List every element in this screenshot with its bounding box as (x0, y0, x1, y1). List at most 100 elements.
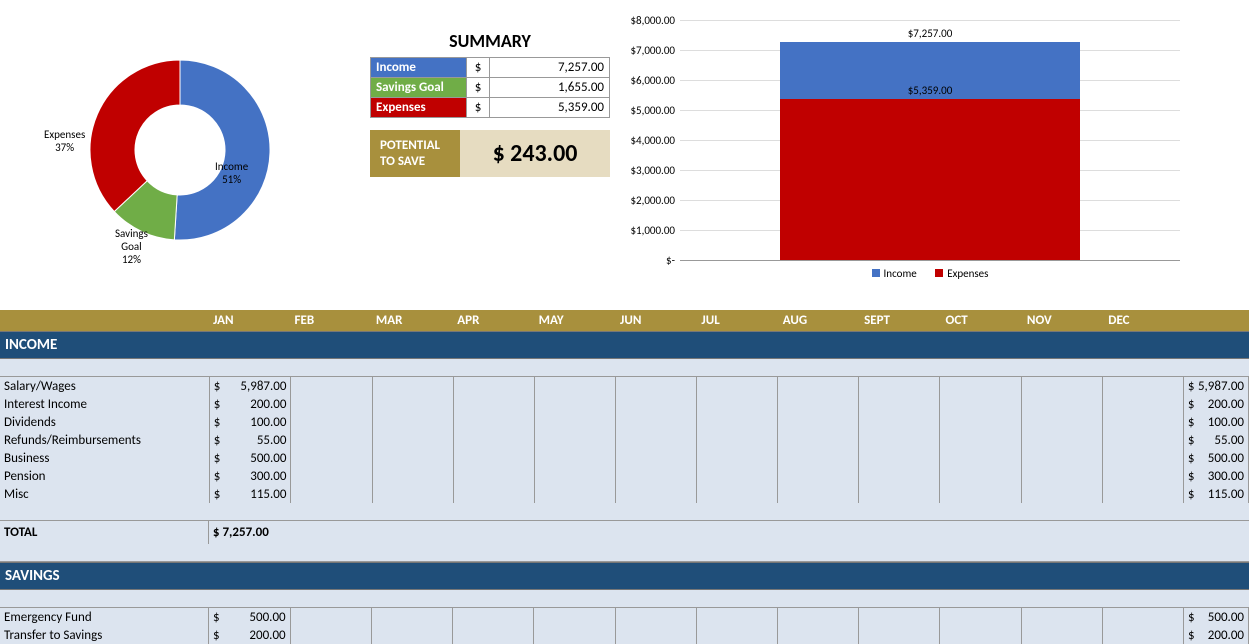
cell-empty[interactable] (290, 608, 371, 626)
cell-empty[interactable] (1102, 395, 1183, 413)
cell-empty[interactable] (1021, 626, 1102, 644)
cell-empty[interactable] (1021, 467, 1102, 485)
cell-empty[interactable] (372, 485, 453, 503)
cell-empty[interactable] (697, 467, 778, 485)
cell-empty[interactable] (940, 608, 1021, 626)
cell-empty[interactable] (1021, 608, 1102, 626)
cell-empty[interactable] (940, 377, 1021, 395)
cell-empty[interactable] (859, 431, 940, 449)
cell-empty[interactable] (1021, 395, 1102, 413)
cell-empty[interactable] (777, 608, 858, 626)
cell-empty[interactable] (940, 395, 1021, 413)
cell-empty[interactable] (453, 608, 534, 626)
cell-empty[interactable] (372, 467, 453, 485)
cell-empty[interactable] (291, 395, 372, 413)
cell-empty[interactable] (697, 449, 778, 467)
cell-empty[interactable] (453, 467, 534, 485)
cell-empty[interactable] (1021, 377, 1102, 395)
cell-empty[interactable] (859, 395, 940, 413)
cell-empty[interactable] (615, 608, 696, 626)
cell-empty[interactable] (615, 485, 696, 503)
cell-empty[interactable] (1102, 377, 1183, 395)
cell-empty[interactable] (291, 449, 372, 467)
cell-empty[interactable] (453, 395, 534, 413)
cell-empty[interactable] (1021, 413, 1102, 431)
cell-jan[interactable]: $500.00 (209, 449, 291, 467)
cell-empty[interactable] (859, 485, 940, 503)
cell-empty[interactable] (778, 377, 859, 395)
cell-empty[interactable] (697, 431, 778, 449)
cell-empty[interactable] (859, 449, 940, 467)
cell-empty[interactable] (291, 413, 372, 431)
cell-empty[interactable] (778, 449, 859, 467)
cell-empty[interactable] (534, 431, 615, 449)
cell-jan[interactable]: $200.00 (208, 626, 290, 644)
cell-empty[interactable] (940, 449, 1021, 467)
cell-empty[interactable] (778, 413, 859, 431)
cell-jan[interactable]: $115.00 (209, 485, 291, 503)
cell-empty[interactable] (778, 485, 859, 503)
cell-empty[interactable] (534, 449, 615, 467)
cell-empty[interactable] (859, 377, 940, 395)
cell-empty[interactable] (1102, 413, 1183, 431)
cell-jan[interactable]: $55.00 (209, 431, 291, 449)
cell-empty[interactable] (697, 395, 778, 413)
cell-empty[interactable] (291, 431, 372, 449)
cell-empty[interactable] (534, 377, 615, 395)
cell-empty[interactable] (615, 467, 696, 485)
cell-empty[interactable] (453, 413, 534, 431)
cell-empty[interactable] (1102, 449, 1183, 467)
cell-jan[interactable]: $200.00 (209, 395, 291, 413)
cell-empty[interactable] (1102, 608, 1183, 626)
cell-empty[interactable] (1021, 431, 1102, 449)
cell-empty[interactable] (1021, 485, 1102, 503)
cell-empty[interactable] (1102, 467, 1183, 485)
cell-empty[interactable] (859, 467, 940, 485)
cell-empty[interactable] (940, 467, 1021, 485)
cell-empty[interactable] (615, 377, 696, 395)
cell-empty[interactable] (697, 377, 778, 395)
cell-empty[interactable] (371, 608, 452, 626)
cell-empty[interactable] (859, 413, 940, 431)
cell-jan[interactable]: $5,987.00 (209, 377, 291, 395)
cell-empty[interactable] (453, 485, 534, 503)
cell-empty[interactable] (615, 449, 696, 467)
cell-empty[interactable] (534, 608, 615, 626)
cell-empty[interactable] (534, 395, 615, 413)
cell-empty[interactable] (372, 377, 453, 395)
cell-empty[interactable] (372, 449, 453, 467)
cell-empty[interactable] (778, 431, 859, 449)
cell-jan[interactable]: $500.00 (208, 608, 290, 626)
cell-empty[interactable] (290, 626, 371, 644)
cell-empty[interactable] (859, 626, 940, 644)
cell-empty[interactable] (534, 626, 615, 644)
cell-empty[interactable] (291, 485, 372, 503)
cell-empty[interactable] (534, 413, 615, 431)
cell-empty[interactable] (1102, 485, 1183, 503)
cell-empty[interactable] (534, 485, 615, 503)
cell-empty[interactable] (940, 626, 1021, 644)
cell-empty[interactable] (371, 626, 452, 644)
cell-empty[interactable] (291, 467, 372, 485)
cell-empty[interactable] (1102, 431, 1183, 449)
cell-empty[interactable] (696, 608, 777, 626)
cell-empty[interactable] (940, 413, 1021, 431)
cell-empty[interactable] (453, 626, 534, 644)
cell-empty[interactable] (940, 431, 1021, 449)
cell-empty[interactable] (291, 377, 372, 395)
cell-empty[interactable] (534, 467, 615, 485)
cell-empty[interactable] (697, 413, 778, 431)
cell-empty[interactable] (615, 626, 696, 644)
cell-empty[interactable] (615, 431, 696, 449)
cell-jan[interactable]: $300.00 (209, 467, 291, 485)
cell-empty[interactable] (778, 395, 859, 413)
cell-empty[interactable] (372, 395, 453, 413)
cell-jan[interactable]: $100.00 (209, 413, 291, 431)
cell-empty[interactable] (859, 608, 940, 626)
cell-empty[interactable] (453, 431, 534, 449)
cell-empty[interactable] (615, 413, 696, 431)
cell-empty[interactable] (453, 449, 534, 467)
cell-empty[interactable] (778, 467, 859, 485)
cell-empty[interactable] (453, 377, 534, 395)
cell-empty[interactable] (696, 626, 777, 644)
